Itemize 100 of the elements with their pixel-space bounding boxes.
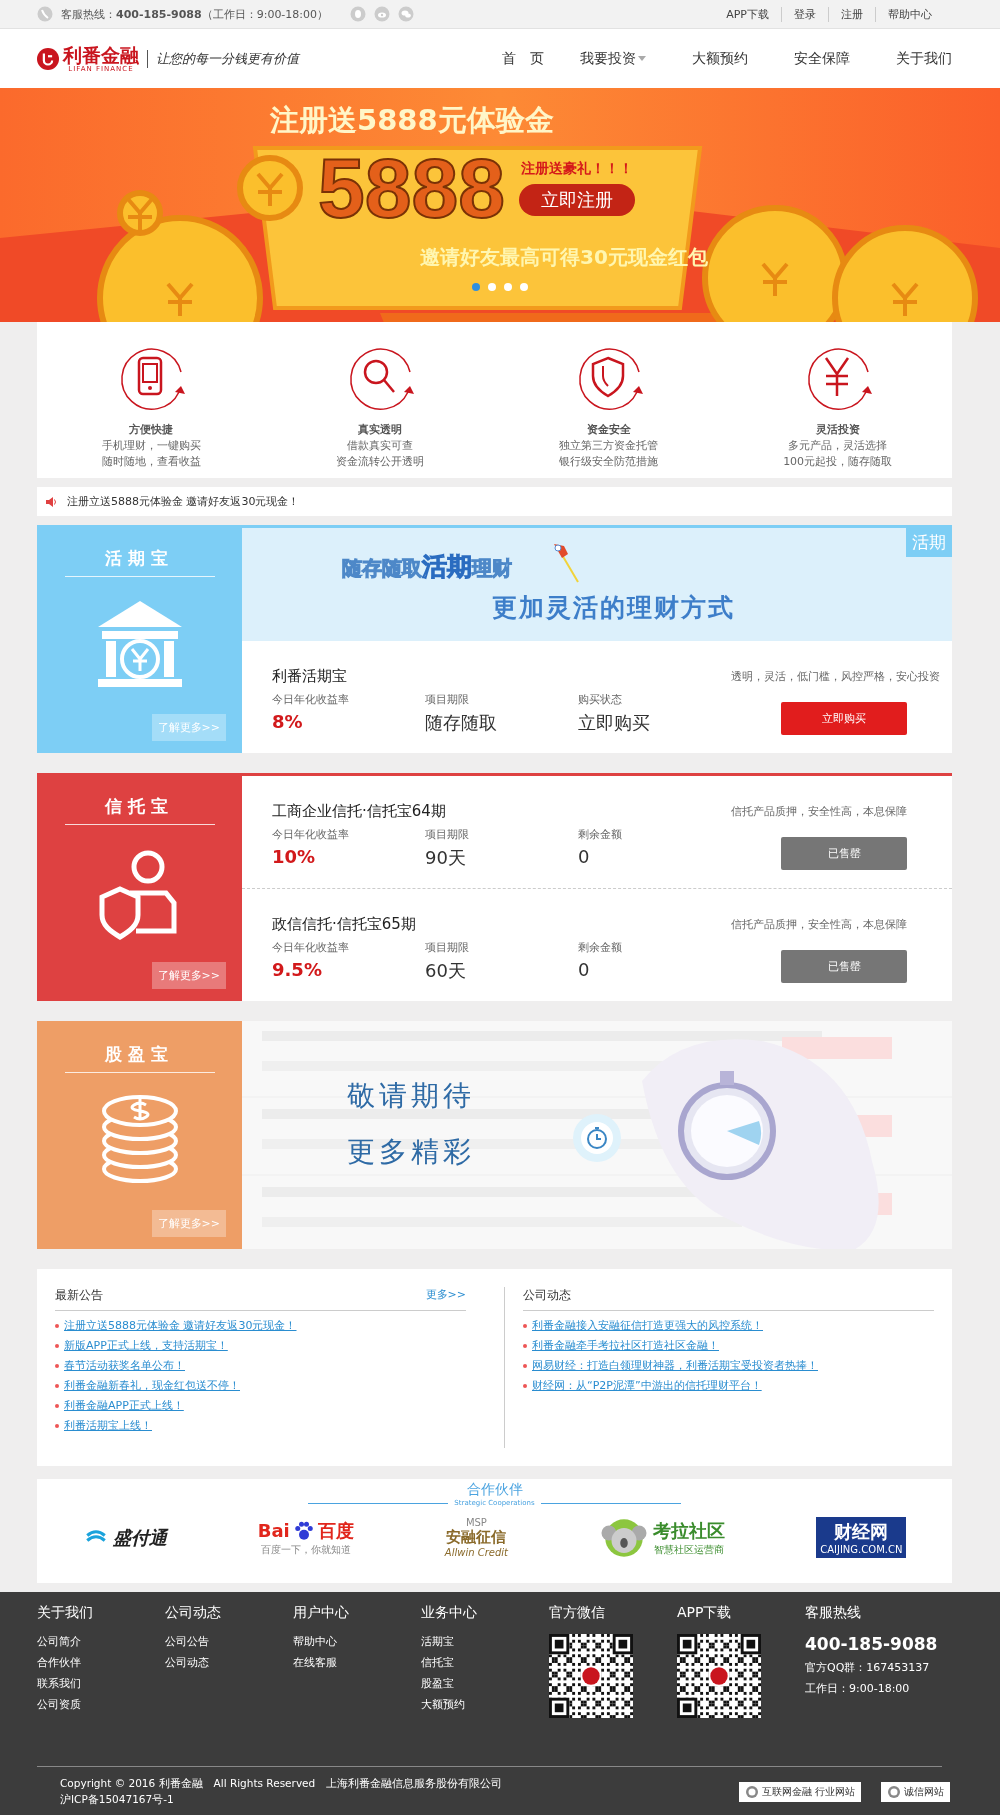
notice-text: 注册立送5888元体验金 邀请好友返30元现金！ (67, 494, 300, 509)
news-link[interactable]: 新版APP正式上线，支持活期宝！ (64, 1339, 228, 1353)
footer-link[interactable]: 公司动态 (165, 1655, 293, 1670)
phone-number: 400-185-9088 (805, 1634, 939, 1654)
news-link[interactable]: 利番活期宝上线！ (64, 1419, 152, 1433)
rate-value: 9.5% (272, 959, 323, 982)
copyright-text: 沪ICP备15047167号-1 (60, 1793, 175, 1807)
coming-soon-text: 更多精彩 (347, 1134, 475, 1170)
partner-logo[interactable]: 考拉社区 (653, 1518, 726, 1543)
partner-logo[interactable]: 盛付通 (112, 1525, 167, 1550)
top-link[interactable]: 登录 (781, 6, 828, 22)
field-label: 剩余金额 (578, 940, 623, 956)
footer-link[interactable]: 活期宝 (421, 1634, 549, 1649)
news-link[interactable]: 注册立送5888元体验金 邀请好友返30元现金！ (64, 1319, 297, 1333)
field-value: 随存随取 (425, 711, 498, 735)
footer-link[interactable]: 公司公告 (165, 1634, 293, 1649)
product-name: 信托宝 (64, 795, 215, 825)
bullet (55, 1384, 59, 1388)
bullet (55, 1364, 59, 1368)
bullet (55, 1404, 59, 1408)
footer-link[interactable]: 联系我们 (37, 1676, 165, 1691)
news-link[interactable]: 利番金融APP正式上线！ (64, 1399, 184, 1413)
news-link[interactable]: 春节活动获奖名单公布！ (64, 1359, 185, 1373)
qq-group-text: 官方QQ群：167453137 (805, 1660, 931, 1675)
footer-link[interactable]: 公司简介 (37, 1634, 165, 1649)
banner-subtitle: 邀请好友最高可得30元现金红包 (420, 244, 709, 271)
speaker-icon (45, 495, 57, 508)
footer-link[interactable]: 在线客服 (293, 1655, 421, 1670)
field-value: 立即购买 (578, 711, 651, 735)
nav-link[interactable]: 关于我们 (850, 49, 952, 68)
feature-text: 随时随地，查看收益 (101, 454, 201, 470)
top-link[interactable]: 注册 (828, 6, 875, 22)
field-label: 剩余金额 (578, 827, 623, 843)
logo-icon (37, 47, 59, 70)
product-name: 活期宝 (64, 547, 215, 577)
field-label: 今日年化收益率 (272, 827, 350, 843)
footer-heading: APP下载 (677, 1604, 733, 1622)
more-link[interactable]: 更多>> (425, 1287, 466, 1304)
register-button[interactable]: 立即注册 (518, 184, 635, 216)
footer-link[interactable]: 帮助中心 (293, 1634, 421, 1649)
footer-link[interactable]: 合作伙伴 (37, 1655, 165, 1670)
footer-heading: 业务中心 (421, 1604, 478, 1622)
partner-logo[interactable]: 财经网 CAIJING.COM.CN (816, 1517, 907, 1558)
footer-link[interactable]: 信托宝 (421, 1655, 549, 1670)
banner-title: 注册送5888元体验金 (270, 102, 555, 138)
logo-text: 利番金融 (63, 44, 139, 65)
footer-heading: 官方微信 (549, 1604, 606, 1622)
copyright-text: Copyright © 2016 利番金融 All Rights Reserved 上海利番金融信息服务股份有限公司 (60, 1777, 503, 1791)
carousel-dot[interactable] (472, 283, 480, 291)
footer-link[interactable]: 大额预约 (421, 1697, 549, 1712)
feature-title: 灵活投资 (815, 422, 860, 438)
footer-heading: 公司动态 (165, 1604, 222, 1622)
field-value: 60天 (425, 959, 467, 983)
carousel-dot[interactable] (504, 283, 512, 291)
rate-value: 8% (272, 711, 304, 734)
partner-logo[interactable]: 百度 (317, 1518, 354, 1543)
badge-text: 互联网金融 行业网站 (761, 1785, 855, 1799)
corner-tag: 活期 (906, 528, 952, 557)
coming-soon-text: 敬请期待 (347, 1078, 475, 1114)
nav-link[interactable]: 大额预约 (646, 49, 748, 68)
carousel-dot[interactable] (488, 283, 496, 291)
feature-title: 方便快捷 (129, 422, 174, 438)
seal-icon (744, 1785, 759, 1799)
partner-logo[interactable]: 安融征信 (446, 1528, 507, 1547)
field-label: 今日年化收益率 (272, 692, 350, 708)
carousel-dot[interactable] (520, 283, 528, 291)
news-link[interactable]: 利番金融牵手考拉社区打造社区金融！ (532, 1339, 719, 1353)
product-description: 信托产品质押，安全性高，本息保障 (731, 804, 908, 820)
news-link[interactable]: 网易财经：打造白领理财神器，利番活期宝受投资者热捧！ (532, 1359, 818, 1373)
news-link[interactable]: 利番金融新春礼，现金红包送不停！ (64, 1379, 240, 1393)
working-hours-text: 工作日：9:00-18:00 (805, 1681, 911, 1696)
section-title: 合作伙伴 (466, 1481, 523, 1499)
product-title: 利番活期宝 (272, 667, 348, 687)
partner-logo[interactable]: Bai (257, 1520, 290, 1541)
nav-link[interactable]: 首 页 (442, 49, 544, 68)
footer-heading: 客服热线 (805, 1604, 862, 1622)
rate-value: 10% (272, 846, 317, 869)
bullet (55, 1324, 59, 1328)
buy-button[interactable]: 立即购买 (781, 702, 907, 735)
field-value: 0 (578, 846, 591, 869)
top-link[interactable]: APP下载 (714, 6, 781, 22)
partner-tagline: 智慧社区运营商 (654, 1542, 725, 1557)
product-name: 股盈宝 (64, 1043, 215, 1073)
footer-link[interactable]: 公司资质 (37, 1697, 165, 1712)
banner-tagline: 注册送豪礼！！！ (520, 160, 633, 178)
feature-text: 借款真实可查 (347, 438, 414, 454)
field-label: 项目期限 (425, 827, 470, 843)
phone-icon (37, 6, 53, 22)
field-label: 今日年化收益率 (272, 940, 350, 956)
nav-link[interactable]: 安全保障 (748, 49, 850, 68)
section-title: 公司动态 (523, 1287, 571, 1304)
field-label: 项目期限 (425, 940, 470, 956)
footer-link[interactable]: 股盈宝 (421, 1676, 549, 1691)
news-link[interactable]: 利番金融接入安融征信打造更强大的风控系统！ (532, 1319, 763, 1333)
bullet (523, 1324, 527, 1328)
nav-link[interactable]: 我要投资 (544, 49, 646, 68)
news-link[interactable]: 财经网：从“P2P泥潭”中游出的信托理财平台！ (532, 1379, 762, 1393)
feature-text: 银行级安全防范措施 (559, 454, 659, 470)
top-link[interactable]: 帮助中心 (875, 6, 944, 22)
section-title: 最新公告 (55, 1287, 103, 1304)
